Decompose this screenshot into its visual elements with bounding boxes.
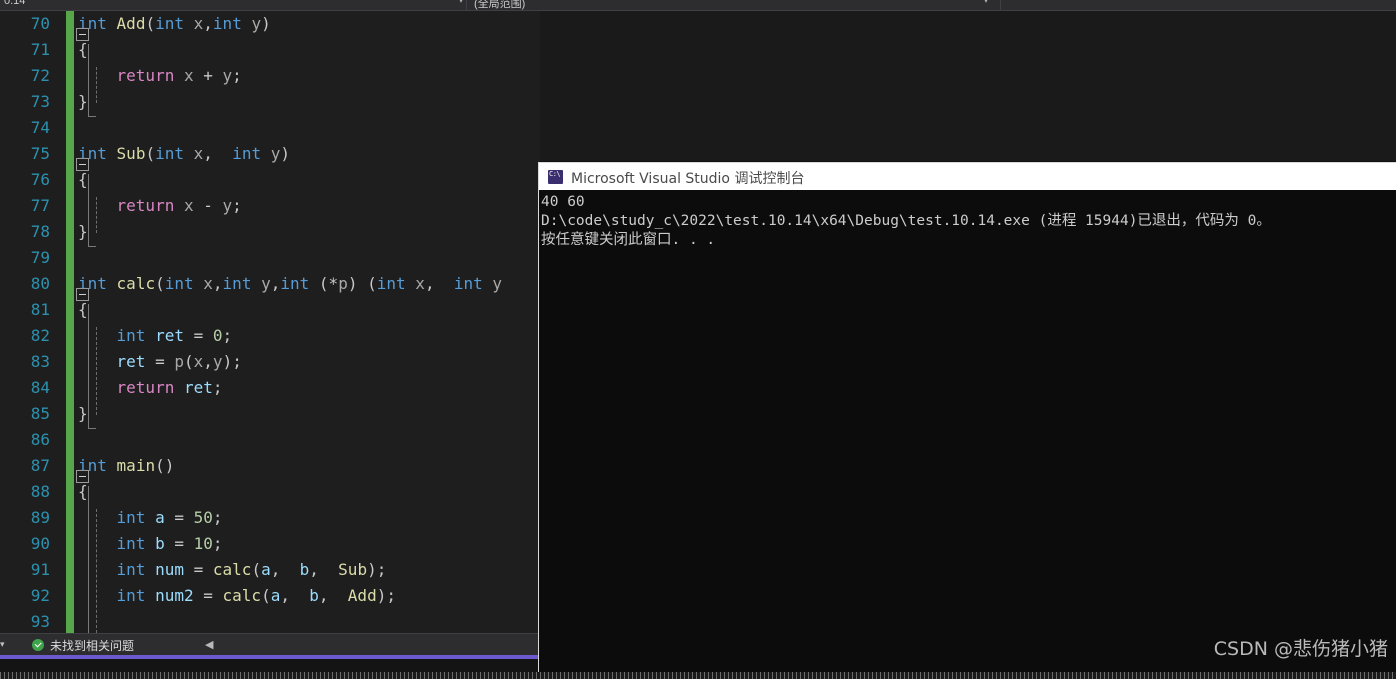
line-number: 79 bbox=[30, 248, 50, 267]
code-line[interactable]: 74 bbox=[0, 115, 540, 141]
line-number: 82 bbox=[30, 326, 50, 345]
chevron-left-icon[interactable]: ◀ bbox=[205, 638, 213, 651]
code-line[interactable]: 91 int num = calc(a, b, Sub); bbox=[0, 557, 540, 583]
chevron-down-icon-left[interactable]: ▾ bbox=[459, 0, 463, 5]
console-output-line: 按任意键关闭此窗口. . . bbox=[541, 232, 716, 248]
line-number: 78 bbox=[30, 222, 50, 241]
block-guide-main bbox=[88, 486, 89, 633]
code-line[interactable]: 79 bbox=[0, 245, 540, 271]
console-output[interactable]: 40 60 D:\code\study_c\2022\test.10.14\x64… bbox=[539, 190, 1396, 679]
code-line[interactable]: 90 int b = 10; bbox=[0, 531, 540, 557]
line-number: 74 bbox=[30, 118, 50, 137]
code-line[interactable]: 85} bbox=[0, 401, 540, 427]
code-text[interactable]: return x - y; bbox=[78, 193, 242, 219]
indent-guide-sub bbox=[96, 197, 97, 233]
block-guide-calc bbox=[88, 304, 89, 428]
error-list-status: 未找到相关问题 bbox=[50, 639, 135, 653]
indent-guide-add bbox=[96, 67, 97, 103]
code-text[interactable]: int num2 = calc(a, b, Add); bbox=[78, 583, 396, 609]
code-line[interactable]: 84 return ret; bbox=[0, 375, 540, 401]
bottom-dotted-edge bbox=[0, 672, 1396, 679]
fold-toggle-sub[interactable] bbox=[76, 158, 89, 171]
code-text[interactable]: ret = p(x,y); bbox=[78, 349, 242, 375]
code-line[interactable]: 83 ret = p(x,y); bbox=[0, 349, 540, 375]
chevron-down-icon[interactable]: ▾ bbox=[0, 639, 5, 650]
vs-background-panel bbox=[540, 11, 1396, 161]
code-text[interactable]: } bbox=[78, 219, 88, 245]
line-number: 75 bbox=[30, 144, 50, 163]
code-text[interactable]: return x + y; bbox=[78, 63, 242, 89]
line-number: 93 bbox=[30, 612, 50, 631]
code-line[interactable]: 93 bbox=[0, 609, 540, 633]
line-number: 76 bbox=[30, 170, 50, 189]
line-number: 86 bbox=[30, 430, 50, 449]
fold-toggle-main[interactable] bbox=[76, 470, 89, 483]
check-circle-icon bbox=[32, 639, 44, 651]
block-guide-add-corner bbox=[88, 116, 96, 117]
line-number: 73 bbox=[30, 92, 50, 111]
indent-guide-calc bbox=[96, 327, 97, 415]
block-guide-sub-corner bbox=[88, 246, 96, 247]
line-number: 85 bbox=[30, 404, 50, 423]
line-number: 80 bbox=[30, 274, 50, 293]
line-number: 77 bbox=[30, 196, 50, 215]
code-line[interactable]: 72 return x + y; bbox=[0, 63, 540, 89]
code-line[interactable]: 73} bbox=[0, 89, 540, 115]
console-output-line: D:\code\study_c\2022\test.10.14\x64\Debu… bbox=[541, 213, 1271, 229]
console-app-icon bbox=[548, 170, 563, 184]
line-number: 88 bbox=[30, 482, 50, 501]
code-text[interactable]: int a = 50; bbox=[78, 505, 223, 531]
line-number: 87 bbox=[30, 456, 50, 475]
code-line[interactable]: 78} bbox=[0, 219, 540, 245]
code-text[interactable]: int Add(int x,int y) bbox=[78, 11, 271, 37]
line-number: 71 bbox=[30, 40, 50, 59]
line-number: 84 bbox=[30, 378, 50, 397]
code-text[interactable]: } bbox=[78, 89, 88, 115]
chevron-down-icon-right[interactable]: ▾ bbox=[984, 0, 988, 5]
line-number: 92 bbox=[30, 586, 50, 605]
line-number: 90 bbox=[30, 534, 50, 553]
watermark: CSDN @悲伤猪小猪 bbox=[1213, 638, 1388, 660]
screenshot-root: 0.14 ▾ (全局范围) ▾ 70 int Add(int x,int y) 71… bbox=[0, 0, 1396, 679]
fold-toggle-add[interactable] bbox=[76, 28, 89, 41]
console-title-bar[interactable]: Microsoft Visual Studio 调试控制台 bbox=[539, 162, 1396, 190]
code-editor[interactable]: 70 int Add(int x,int y) 71{72 return x + y… bbox=[0, 11, 540, 633]
editor-navigation-bar: 0.14 ▾ (全局范围) ▾ bbox=[0, 0, 1396, 11]
console-output-line: 40 60 bbox=[541, 194, 585, 210]
line-number: 91 bbox=[30, 560, 50, 579]
code-text[interactable]: int Sub(int x, int y) bbox=[78, 141, 290, 167]
navbar-divider-2 bbox=[1000, 0, 1001, 10]
code-line[interactable]: 77 return x - y; bbox=[0, 193, 540, 219]
block-guide-sub bbox=[88, 174, 89, 246]
block-guide-calc-corner bbox=[88, 428, 96, 429]
line-number: 89 bbox=[30, 508, 50, 527]
code-line[interactable]: 92 int num2 = calc(a, b, Add); bbox=[0, 583, 540, 609]
code-line[interactable]: 86 bbox=[0, 427, 540, 453]
scope-dropdown-label[interactable]: (全局范围) bbox=[474, 0, 525, 10]
code-line[interactable]: 82 int ret = 0; bbox=[0, 323, 540, 349]
code-text[interactable]: return ret; bbox=[78, 375, 223, 401]
navbar-divider-1 bbox=[466, 0, 467, 10]
line-number: 70 bbox=[30, 14, 50, 33]
code-text[interactable]: int calc(int x,int y,int (*p) (int x, in… bbox=[78, 271, 502, 297]
console-title-text: Microsoft Visual Studio 调试控制台 bbox=[571, 171, 805, 187]
code-lines-container[interactable]: 70 int Add(int x,int y) 71{72 return x + y… bbox=[0, 11, 540, 633]
line-number: 83 bbox=[30, 352, 50, 371]
code-line[interactable]: 89 int a = 50; bbox=[0, 505, 540, 531]
error-list-panel[interactable]: ▾ 未找到相关问题 ◀ bbox=[0, 633, 540, 655]
debug-console-window[interactable]: Microsoft Visual Studio 调试控制台 40 60 D:\co… bbox=[538, 162, 1396, 679]
document-tab-label[interactable]: 0.14 bbox=[4, 0, 25, 7]
fold-toggle-calc[interactable] bbox=[76, 288, 89, 301]
code-text[interactable]: int main() bbox=[78, 453, 174, 479]
code-text[interactable]: int num = calc(a, b, Sub); bbox=[78, 557, 387, 583]
block-guide-add bbox=[88, 44, 89, 116]
code-text[interactable]: } bbox=[78, 401, 88, 427]
indent-guide-main bbox=[96, 509, 97, 633]
line-number: 72 bbox=[30, 66, 50, 85]
code-text[interactable]: int ret = 0; bbox=[78, 323, 233, 349]
line-number: 81 bbox=[30, 300, 50, 319]
code-text[interactable]: int b = 10; bbox=[78, 531, 223, 557]
